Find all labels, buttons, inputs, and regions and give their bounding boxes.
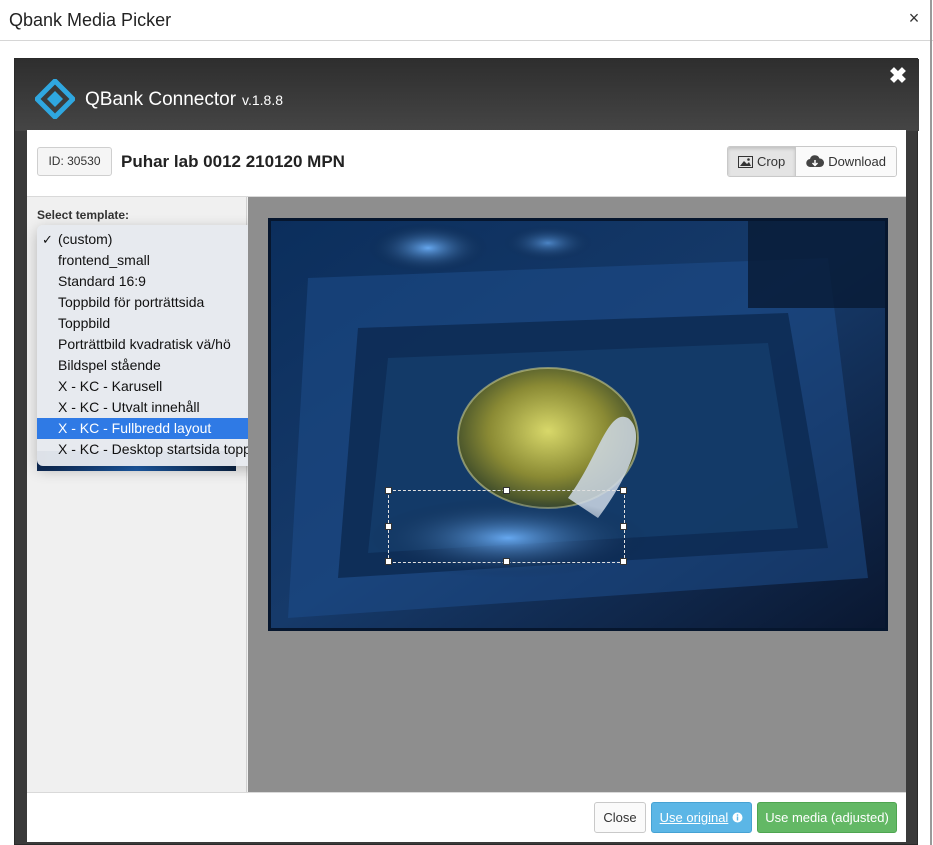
crop-canvas: [248, 197, 906, 792]
brand-name: QBank Connector: [85, 89, 237, 110]
cloud-download-icon: [806, 155, 825, 168]
asset-id-badge: ID: 30530: [37, 147, 112, 176]
crop-handle-s[interactable]: [503, 558, 510, 565]
asset-photo: [268, 218, 888, 631]
crop-selection[interactable]: [385, 487, 627, 565]
use-original-button[interactable]: Use original: [651, 802, 752, 833]
crop-handle-e[interactable]: [620, 523, 627, 530]
download-label: Download: [828, 154, 887, 169]
mode-toolbar: Crop Download: [727, 146, 898, 177]
close-icon[interactable]: ×: [904, 7, 924, 29]
panel-footer: Close Use original Use media (adjusted): [27, 792, 906, 842]
info-icon: [732, 812, 743, 823]
crop-handle-sw[interactable]: [385, 558, 392, 565]
download-button[interactable]: Download: [795, 147, 897, 176]
media-picker-header: Qbank Media Picker ×: [0, 0, 933, 41]
select-template-label: Select template:: [37, 208, 130, 222]
close-button[interactable]: Close: [594, 802, 646, 833]
frame-close-icon[interactable]: ✖: [887, 63, 909, 89]
crop-handle-ne[interactable]: [620, 487, 627, 494]
template-sidebar: Select template: ✓ (custom) frontend_sma…: [27, 197, 307, 792]
qbank-connector-frame: QBank Connector v.1.8.8 ✖ ID: 30530 Puhar…: [14, 58, 919, 845]
crop-button[interactable]: Crop: [728, 147, 796, 176]
use-media-adjusted-button[interactable]: Use media (adjusted): [757, 802, 897, 833]
crop-handle-se[interactable]: [620, 558, 627, 565]
asset-title: Puhar lab 0012 210120 MPN: [121, 152, 345, 171]
qbank-diamond-logo-icon: [35, 79, 75, 119]
editor-panel: ID: 30530 Puhar lab 0012 210120 MPN Crop: [27, 130, 906, 842]
asset-header: ID: 30530 Puhar lab 0012 210120 MPN Crop: [27, 130, 906, 197]
crop-handle-nw[interactable]: [385, 487, 392, 494]
use-original-label: Use original: [659, 810, 729, 825]
check-icon: ✓: [42, 232, 53, 247]
crop-handle-n[interactable]: [503, 487, 510, 494]
media-picker-title: Qbank Media Picker: [9, 10, 172, 30]
crop-label: Crop: [757, 154, 786, 169]
crop-handle-w[interactable]: [385, 523, 392, 530]
photo-illustration: [268, 218, 888, 631]
brand-version: v.1.8.8: [242, 92, 284, 108]
window-border: [930, 0, 932, 845]
image-icon: [738, 155, 753, 168]
connector-header: QBank Connector v.1.8.8 ✖: [15, 59, 919, 131]
connector-brand: QBank Connector v.1.8.8: [85, 89, 283, 111]
